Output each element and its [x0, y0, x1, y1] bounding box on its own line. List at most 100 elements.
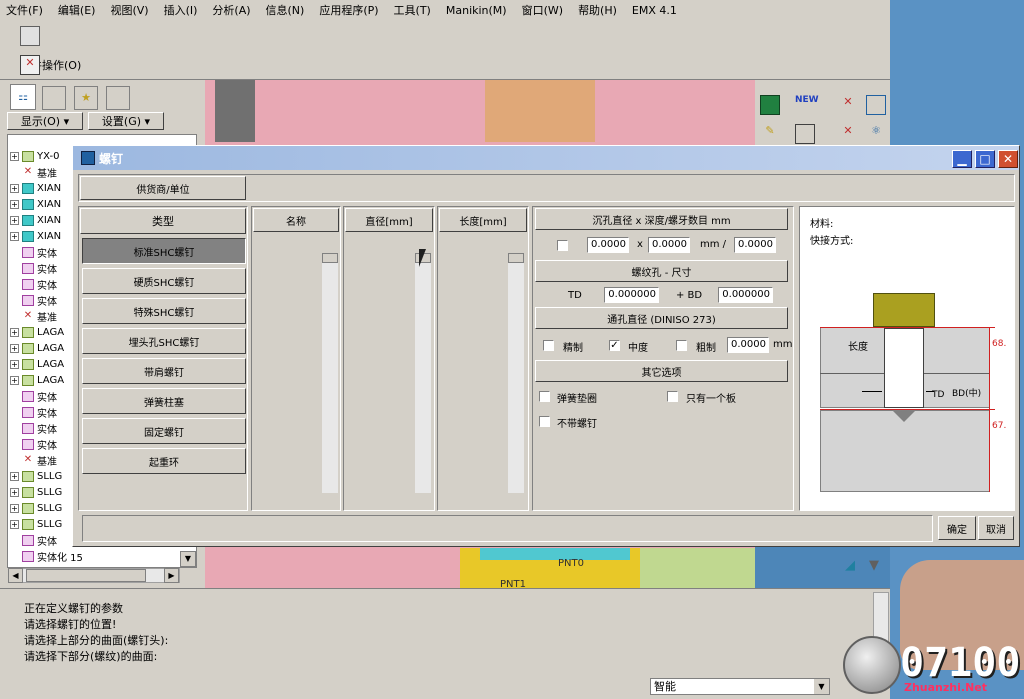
list-icon[interactable]: [795, 124, 815, 144]
expand-icon[interactable]: +: [10, 519, 19, 529]
diagram-length-label: 长度: [848, 342, 868, 353]
menu-info[interactable]: 信息(N): [266, 2, 305, 18]
no-screw-checkbox[interactable]: [539, 416, 550, 427]
menu-analysis[interactable]: 分析(A): [212, 2, 250, 18]
menu-file[interactable]: 文件(F): [6, 2, 43, 18]
expand-icon[interactable]: +: [10, 471, 19, 481]
minimize-button[interactable]: ▁: [952, 150, 972, 168]
component-icon[interactable]: [760, 95, 780, 115]
expand-icon[interactable]: +: [10, 215, 19, 225]
datum-grid-icon[interactable]: ✕: [838, 124, 858, 144]
tree-item-label: 实体: [37, 408, 57, 420]
medium-checkbox[interactable]: ✓: [609, 340, 620, 351]
menu-emx[interactable]: EMX 4.1: [632, 4, 677, 17]
td-field[interactable]: 0.000000: [604, 287, 659, 303]
supplier-unit-button[interactable]: 供货商/单位: [80, 176, 246, 200]
name-scroll-thumb[interactable]: [322, 253, 338, 263]
expand-icon[interactable]: +: [10, 183, 19, 193]
counterbore-header[interactable]: 沉孔直径 x 深度/螺牙数目 mm: [535, 208, 788, 230]
menu-tools[interactable]: 工具(T): [394, 2, 431, 18]
tree-scroll-thumb[interactable]: [26, 569, 146, 582]
through-hole-header[interactable]: 通孔直径 (DINISO 273): [535, 307, 788, 329]
counterbore-checkbox[interactable]: [557, 240, 568, 251]
spring-washer-checkbox[interactable]: [539, 391, 550, 402]
cancel-button[interactable]: 取消: [978, 516, 1014, 540]
menu-edit[interactable]: 编辑(E): [58, 2, 96, 18]
type-option-button[interactable]: 带肩螺钉: [82, 358, 246, 384]
type-option-button[interactable]: 标准SHC螺钉: [82, 238, 246, 264]
rotate-view-icon[interactable]: ◢: [842, 558, 858, 574]
favorites-tab-icon[interactable]: ★: [74, 86, 98, 110]
length-scroll-thumb[interactable]: [508, 253, 524, 263]
tree-scroll-left[interactable]: ◀: [8, 568, 23, 583]
type-option-button[interactable]: 埋头孔SHC螺钉: [82, 328, 246, 354]
filter-select[interactable]: 智能 ▼: [650, 678, 830, 695]
expand-icon[interactable]: +: [10, 359, 19, 369]
tree-scroll-right[interactable]: ▶: [164, 568, 179, 583]
folder-tab-icon[interactable]: [42, 86, 66, 110]
menu-view[interactable]: 视图(V): [110, 2, 148, 18]
type-header: 类型: [80, 208, 246, 234]
diameter-header[interactable]: 直径[mm]: [345, 208, 433, 232]
type-option-label: 标准SHC螺钉: [133, 247, 195, 259]
new-component-icon[interactable]: NEW: [795, 95, 819, 115]
model-tree-tab-icon[interactable]: ⚏: [10, 84, 36, 110]
menu-help[interactable]: 帮助(H): [578, 2, 617, 18]
expand-icon[interactable]: +: [10, 231, 19, 241]
menu-insert[interactable]: 插入(I): [164, 2, 198, 18]
through-diameter-field[interactable]: 0.0000: [727, 337, 769, 353]
type-option-button[interactable]: 固定螺钉: [82, 418, 246, 444]
menu-applications[interactable]: 应用程序(P): [319, 2, 378, 18]
close-button[interactable]: ✕: [998, 150, 1018, 168]
ok-button[interactable]: 确定: [938, 516, 976, 540]
expand-icon[interactable]: +: [10, 343, 19, 353]
maximize-button[interactable]: □: [975, 150, 995, 168]
expand-icon[interactable]: +: [10, 487, 19, 497]
transform-icon[interactable]: ⚛: [866, 124, 886, 144]
type-option-button[interactable]: 起重环: [82, 448, 246, 474]
counterbore-threads-field[interactable]: 0.0000: [734, 237, 776, 253]
thread-hole-header[interactable]: 螺纹孔 - 尺寸: [535, 260, 788, 282]
type-option-button[interactable]: 特殊SHC螺钉: [82, 298, 246, 324]
type-option-button[interactable]: 硬质SHC螺钉: [82, 268, 246, 294]
expand-icon[interactable]: +: [10, 503, 19, 513]
counterbore-diameter-field[interactable]: 0.0000: [587, 237, 629, 253]
feature-icon: [22, 246, 34, 258]
edit-pencil-icon[interactable]: ✎: [760, 124, 780, 144]
fine-checkbox[interactable]: [543, 340, 554, 351]
tree-item[interactable]: 实体化 15: [10, 548, 196, 564]
datum-icon: ✕: [23, 165, 33, 177]
cube-icon[interactable]: [866, 95, 886, 115]
message-line: 请选择上部分的曲面(螺钉头):: [24, 634, 169, 647]
other-options-header[interactable]: 其它选项: [535, 360, 788, 382]
feature-icon: [22, 534, 34, 546]
menu-manikin[interactable]: Manikin(M): [446, 4, 507, 17]
settings-menu-button[interactable]: 设置(G) ▾: [88, 112, 164, 130]
tree-scrollbar-vertical[interactable]: ▼: [180, 551, 196, 567]
name-header[interactable]: 名称: [253, 208, 339, 232]
menu-window[interactable]: 窗口(W): [522, 2, 563, 18]
expand-icon[interactable]: +: [10, 199, 19, 209]
type-option-label: 特殊SHC螺钉: [133, 307, 195, 319]
expand-icon[interactable]: +: [10, 151, 19, 161]
shading-icon[interactable]: [20, 26, 40, 46]
display-menu-button[interactable]: 显示(O) ▾: [7, 112, 83, 130]
type-option-button[interactable]: 弹簧柱塞: [82, 388, 246, 414]
layers-tab-icon[interactable]: [106, 86, 130, 110]
medium-label: 中度: [628, 343, 648, 354]
filter-funnel-icon[interactable]: ▼: [866, 558, 882, 574]
name-list-scrollbar[interactable]: [322, 253, 338, 493]
length-list-scrollbar[interactable]: [508, 253, 524, 493]
expand-icon[interactable]: +: [10, 375, 19, 385]
part-icon: [22, 502, 34, 514]
datum-x-icon[interactable]: ✕: [838, 95, 858, 115]
expand-icon[interactable]: +: [10, 327, 19, 337]
diameter-list-scrollbar[interactable]: [415, 253, 431, 493]
bd-field[interactable]: 0.000000: [718, 287, 773, 303]
one-plate-checkbox[interactable]: [667, 391, 678, 402]
counterbore-depth-field[interactable]: 0.0000: [648, 237, 690, 253]
dialog-title-bar[interactable]: 螺钉: [73, 146, 1019, 170]
csys-on-icon[interactable]: ✕: [20, 55, 40, 75]
length-header[interactable]: 长度[mm]: [439, 208, 527, 232]
coarse-checkbox[interactable]: [676, 340, 687, 351]
